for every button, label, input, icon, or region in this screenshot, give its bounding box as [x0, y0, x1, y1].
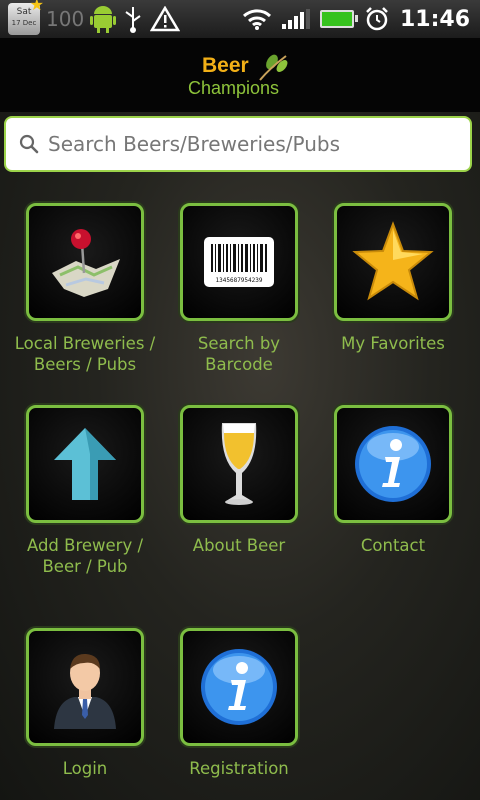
tile-about-beer[interactable]: About Beer: [162, 405, 316, 556]
tile-search-barcode[interactable]: 1345687954239 Search by Barcode: [162, 203, 316, 375]
android-icon: [90, 6, 117, 33]
tile-label-line1: Search by: [197, 334, 281, 353]
tile-add-brewery-button[interactable]: [26, 405, 144, 523]
tile-label: Login: [8, 758, 162, 779]
tile-label-line2: Beer / Pub: [42, 557, 128, 576]
tile-registration-button[interactable]: [180, 628, 298, 746]
alarm-icon: [366, 7, 388, 31]
calendar-notification-icon[interactable]: Sat 17 Dec ★: [8, 0, 44, 35]
star-badge-icon: ★: [29, 0, 44, 14]
status-bar: Sat 17 Dec ★ 100 11:46: [0, 0, 480, 38]
tile-label-line1: My Favorites: [341, 334, 445, 353]
tile-label: Search by Barcode: [162, 333, 316, 375]
battery-icon: [319, 10, 358, 28]
star-icon: [352, 221, 434, 301]
wifi-icon: [242, 9, 271, 30]
user-icon: [54, 653, 116, 729]
warning-icon: [150, 6, 181, 32]
beer-glass-icon: [221, 423, 257, 505]
tile-label-line1: Login: [62, 759, 108, 778]
barcode-number-text: 1345687954239: [216, 277, 263, 284]
tile-login-button[interactable]: [26, 628, 144, 746]
tile-label: My Favorites: [316, 333, 470, 354]
tile-search-barcode-button[interactable]: 1345687954239: [180, 203, 298, 321]
tile-label-line1: Contact: [360, 536, 426, 555]
tile-label-line1: Local Breweries /: [14, 334, 156, 353]
calendar-date: 17 Dec: [11, 19, 37, 27]
beer-champions-logo: Beer Champions: [188, 52, 298, 102]
tile-add-brewery[interactable]: Add Brewery / Beer / Pub: [8, 405, 162, 577]
tile-label-line1: Add Brewery /: [26, 536, 144, 555]
tile-local-breweries[interactable]: Local Breweries / Beers / Pubs: [8, 203, 162, 375]
tile-contact-button[interactable]: [334, 405, 452, 523]
info-icon: [355, 426, 431, 502]
search-input[interactable]: [46, 123, 450, 165]
tile-my-favorites[interactable]: My Favorites: [316, 203, 470, 354]
tile-login[interactable]: Login: [8, 628, 162, 779]
tile-about-beer-button[interactable]: [180, 405, 298, 523]
tile-label: Contact: [316, 535, 470, 556]
barcode-icon: 1345687954239: [204, 237, 274, 287]
tile-label-line1: Registration: [189, 759, 289, 778]
up-arrow-icon: [54, 428, 116, 500]
signal-icon: [281, 9, 310, 29]
map-pin-icon: [52, 229, 120, 297]
tile-label: About Beer: [162, 535, 316, 556]
tile-contact[interactable]: Contact: [316, 405, 470, 556]
tile-label-line1: About Beer: [192, 536, 286, 555]
tile-my-favorites-button[interactable]: [334, 203, 452, 321]
tile-label: Registration: [162, 758, 316, 779]
logo-text-beer: Beer: [202, 54, 249, 77]
search-bar[interactable]: [4, 116, 472, 172]
usb-icon: [125, 7, 141, 33]
tile-registration[interactable]: Registration: [162, 628, 316, 779]
clock-time: 11:46: [399, 6, 470, 32]
tile-label: Add Brewery / Beer / Pub: [8, 535, 162, 577]
search-icon: [19, 134, 39, 154]
hops-icon: [259, 54, 288, 81]
app-header: Beer Champions: [0, 38, 480, 112]
battery-percent-text: 100: [46, 7, 85, 31]
info-icon: [201, 649, 277, 725]
tile-label-line2: Barcode: [205, 355, 273, 374]
tile-local-breweries-button[interactable]: [26, 203, 144, 321]
tile-label-line2: Beers / Pubs: [33, 355, 137, 374]
tile-label: Local Breweries / Beers / Pubs: [8, 333, 162, 375]
